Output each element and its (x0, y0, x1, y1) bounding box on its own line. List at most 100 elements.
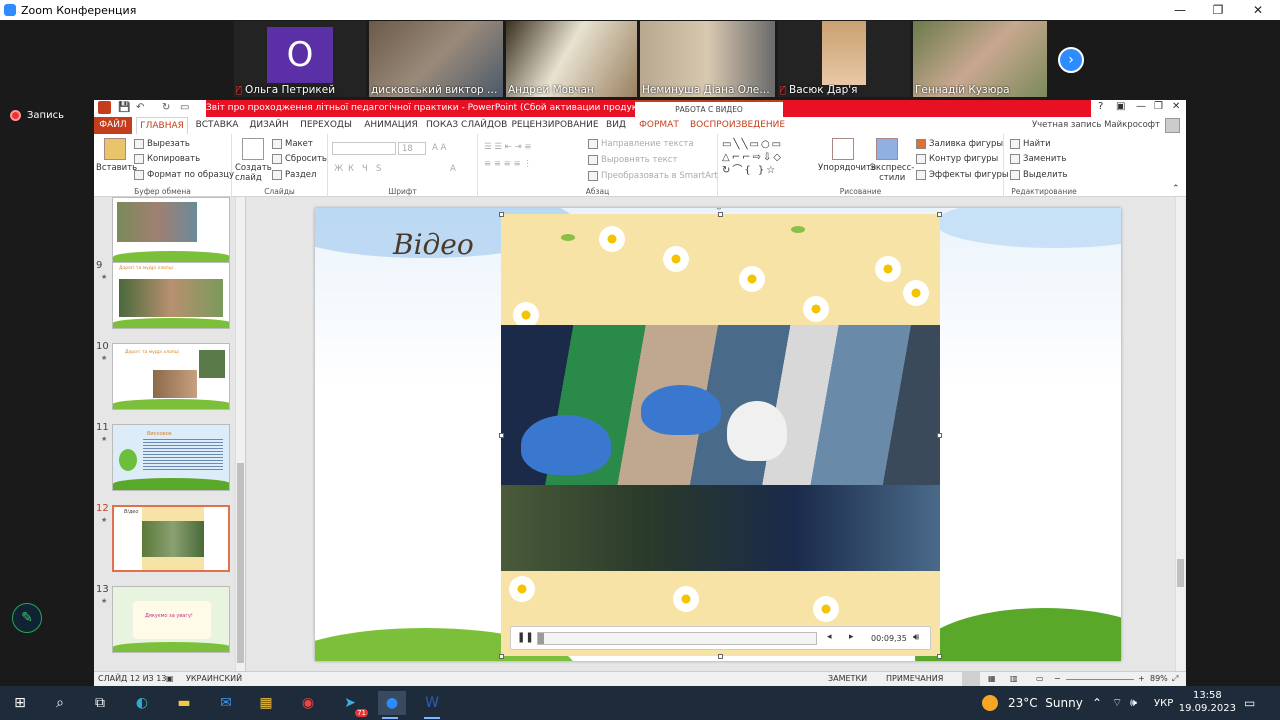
file-explorer-icon[interactable]: ▬ (172, 691, 196, 715)
tab-transitions[interactable]: ПЕРЕХОДЫ (296, 117, 356, 134)
bold-button[interactable]: Ж (334, 164, 343, 174)
tab-file[interactable]: ФАЙЛ (94, 117, 132, 134)
close-icon[interactable]: ✕ (1172, 101, 1180, 112)
windows-start-icon[interactable]: ⊞ (8, 691, 32, 715)
paste-button[interactable]: Вставить (96, 163, 137, 173)
font-size-field[interactable]: 18 (398, 142, 426, 155)
grow-font-icon[interactable]: A A (432, 143, 446, 153)
participant-tile[interactable]: Неминуша Діана Олегівна (640, 21, 775, 97)
redo-icon[interactable]: ↻ (162, 102, 170, 113)
slide-thumbnail[interactable]: Висновок (112, 424, 230, 491)
zoom-taskbar-icon[interactable]: ● (378, 691, 406, 719)
save-icon[interactable]: 💾 (118, 102, 130, 113)
video-progress-track[interactable] (537, 632, 817, 645)
spellcheck-icon[interactable]: ▣ (166, 674, 174, 683)
input-language[interactable]: УКР (1154, 686, 1173, 720)
text-direction-button[interactable]: Направление текста (588, 139, 694, 149)
shape-effects-button[interactable]: Эффекты фигуры (916, 170, 1009, 180)
help-icon[interactable]: ? (1098, 101, 1103, 112)
word-icon[interactable]: W (420, 691, 444, 719)
volume-icon[interactable]: 🔊︎ (913, 632, 919, 643)
pause-icon[interactable]: ❚❚ (517, 632, 534, 643)
align-text-button[interactable]: Выровнять текст (588, 155, 677, 165)
strike-button[interactable]: S (376, 164, 381, 174)
shape-outline-button[interactable]: Контур фигуры (916, 154, 998, 164)
tab-design[interactable]: ДИЗАЙН (246, 117, 292, 134)
task-view-icon[interactable]: ⧉ (88, 691, 112, 715)
sorter-view-icon[interactable]: ▦ (988, 674, 996, 683)
search-icon[interactable]: ⌕ (48, 691, 72, 715)
find-button[interactable]: Найти (1010, 139, 1051, 149)
tab-animation[interactable]: АНИМАЦИЯ (360, 117, 422, 134)
resize-handle[interactable] (937, 433, 942, 438)
maximize-icon[interactable]: ❐ (1200, 0, 1236, 20)
smartart-button[interactable]: Преобразовать в SmartArt (588, 171, 718, 181)
participant-tile[interactable]: O 🎙̸ Ольга Петрикей (234, 21, 366, 97)
tab-insert[interactable]: ВСТАВКА (192, 117, 242, 134)
ribbon-display-icon[interactable]: ▣ (1116, 101, 1125, 112)
annotate-pencil-icon[interactable]: ✎ (12, 603, 42, 633)
thumbnails-scrollbar[interactable] (235, 197, 245, 671)
tab-view[interactable]: ВИД (604, 117, 628, 134)
italic-button[interactable]: К (348, 164, 354, 174)
tab-review[interactable]: РЕЦЕНЗИРОВАНИЕ (510, 117, 600, 134)
language-indicator[interactable]: УКРАИНСКИЙ (186, 674, 242, 683)
tab-format[interactable]: ФОРМАТ (638, 117, 680, 134)
minimize-icon[interactable]: — (1162, 0, 1198, 20)
chrome-icon[interactable]: ◉ (296, 691, 320, 715)
font-name-field[interactable] (332, 142, 396, 155)
recording-indicator[interactable]: Запись (10, 110, 64, 121)
resize-handle[interactable] (499, 433, 504, 438)
copy-button[interactable]: Копировать (134, 154, 200, 164)
minimize-icon[interactable]: — (1136, 101, 1146, 112)
step-back-icon[interactable]: ◂ (827, 632, 832, 642)
quick-styles-button[interactable]: Экспресс-стили (870, 163, 914, 183)
notification-icon[interactable]: ▭ (1244, 686, 1255, 720)
start-slideshow-icon[interactable]: ▭ (180, 102, 189, 113)
step-forward-icon[interactable]: ▸ (849, 632, 854, 642)
resize-handle[interactable] (718, 654, 723, 659)
tab-playback[interactable]: ВОСПРОИЗВЕДЕНИЕ (690, 117, 785, 134)
network-icon[interactable]: ⌔ (1112, 686, 1122, 720)
new-slide-button[interactable]: Создать слайд (235, 163, 272, 183)
bullets-icon[interactable]: ☰ ☰ ⇤ ⇥ ≡ (484, 142, 531, 152)
layout-button[interactable]: Макет (272, 139, 313, 149)
telegram-icon[interactable]: ➤ 71 (338, 691, 368, 717)
volume-icon[interactable]: 🕪︎ (1130, 686, 1137, 720)
resize-handle[interactable] (499, 654, 504, 659)
slide-thumbnail[interactable] (112, 197, 230, 264)
slide-thumbnail[interactable]: Дякуємо за увагу! (112, 586, 230, 653)
slide-scrollbar[interactable] (1175, 197, 1185, 671)
participant-tile[interactable]: Геннадій Кузюра (913, 21, 1047, 97)
normal-view-icon[interactable] (962, 672, 980, 686)
slide-thumbnail[interactable]: Дорогі та мудрі хлопці (112, 262, 230, 329)
zoom-slider[interactable] (1066, 679, 1134, 680)
restore-icon[interactable]: ❐ (1154, 101, 1163, 112)
shape-fill-button[interactable]: Заливка фигуры (916, 139, 1003, 149)
slide-thumbnail-selected[interactable]: Відео (112, 505, 230, 572)
replace-button[interactable]: Заменить (1010, 154, 1066, 164)
fit-slide-icon[interactable]: ⤢ (1172, 674, 1178, 684)
weather-widget[interactable]: 23°C Sunny (982, 686, 1083, 720)
zoom-out-icon[interactable]: − (1054, 674, 1061, 683)
comments-button[interactable]: ПРИМЕЧАНИЯ (886, 674, 943, 683)
system-clock[interactable]: 13:58 19.09.2023 (1179, 689, 1236, 715)
resize-handle[interactable] (937, 654, 942, 659)
close-icon[interactable]: ✕ (1240, 0, 1276, 20)
arrange-button[interactable]: Упорядочить (818, 163, 876, 173)
rotate-handle-icon[interactable]: ↻ (715, 208, 723, 213)
zoom-level[interactable]: 89% (1150, 674, 1168, 683)
section-button[interactable]: Раздел (272, 170, 316, 180)
select-button[interactable]: Выделить (1010, 170, 1068, 180)
format-painter-button[interactable]: Формат по образцу (134, 170, 234, 180)
zoom-in-icon[interactable]: + (1138, 674, 1145, 683)
slide-canvas[interactable]: Відео ❚❚ ◂ ▸ 00:09,35 🔊︎ ↻ (315, 208, 1121, 661)
shapes-gallery[interactable]: ▭╲╲▭○▭ △⌐⌐⇨⇩◇ ↻⌒{ }☆ (722, 138, 810, 177)
collapse-ribbon-icon[interactable]: ⌃ (1172, 184, 1180, 194)
notes-button[interactable]: ЗАМЕТКИ (828, 674, 867, 683)
underline-button[interactable]: Ч (362, 164, 368, 174)
cut-button[interactable]: Вырезать (134, 139, 190, 149)
font-color-icon[interactable]: A (450, 164, 456, 174)
slideshow-view-icon[interactable]: ▭ (1036, 674, 1044, 683)
tab-home[interactable]: ГЛАВНАЯ (136, 117, 188, 134)
